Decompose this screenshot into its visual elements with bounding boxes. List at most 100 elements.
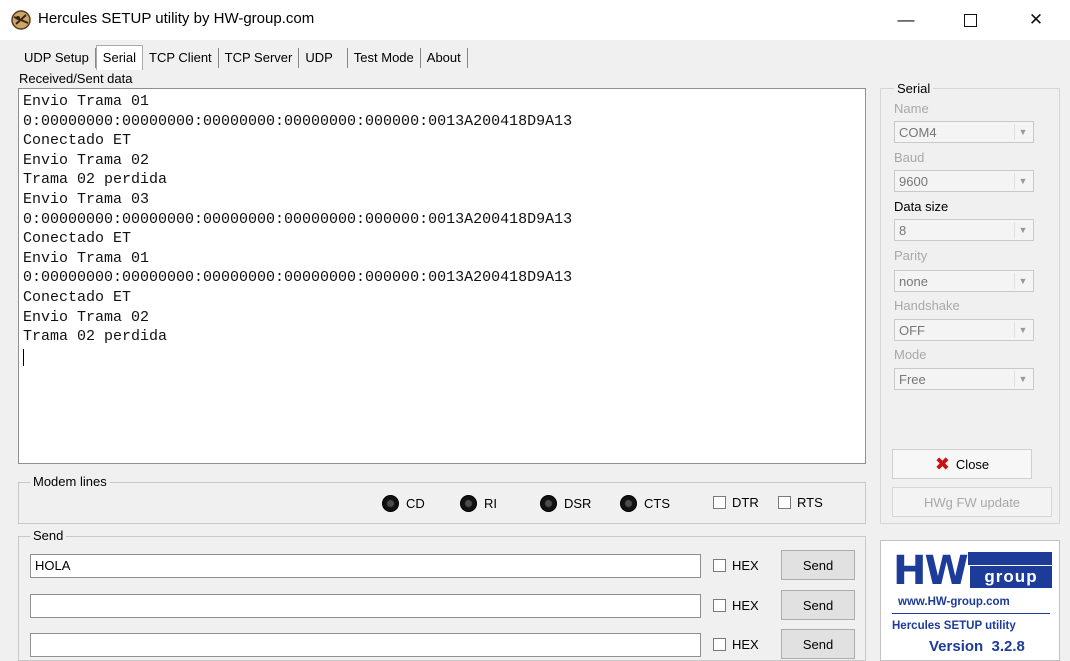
received-data-textarea[interactable]: Envio Trama 01 0:00000000:00000000:00000…	[18, 88, 866, 464]
maximize-icon	[963, 13, 977, 27]
text-caret	[23, 348, 24, 366]
send-button-3[interactable]: Send	[781, 629, 855, 659]
dtr-label: DTR	[732, 495, 759, 510]
data-line: Envio Trama 01	[23, 93, 150, 110]
ri-led-icon	[460, 495, 477, 512]
serial-group-title: Serial	[894, 81, 934, 96]
port-name-select[interactable]: COM4 ▼	[894, 121, 1034, 143]
cts-led-icon	[620, 495, 637, 512]
modem-lines-title: Modem lines	[30, 474, 110, 489]
cts-indicator: CTS	[620, 495, 670, 512]
send-input-1[interactable]: HOLA	[30, 554, 701, 578]
close-port-button[interactable]: ✖ Close	[892, 449, 1032, 479]
data-line: Conectado ET	[23, 132, 132, 150]
hex-label: HEX	[732, 558, 759, 573]
chevron-down-icon: ▼	[1014, 322, 1031, 338]
data-size-label: Data size	[894, 199, 949, 214]
data-line: 0:00000000:00000000:00000000:00000000:00…	[23, 269, 573, 287]
tab-serial[interactable]: Serial	[95, 45, 144, 70]
close-icon: ✕	[1028, 10, 1044, 29]
tab-about[interactable]: About	[421, 48, 468, 68]
maximize-button[interactable]	[947, 0, 993, 40]
logo-url: www.HW-group.com	[898, 596, 1010, 608]
logo-divider	[892, 613, 1050, 614]
rts-label: RTS	[797, 495, 823, 510]
mode-select[interactable]: Free ▼	[894, 368, 1034, 390]
parity-value: none	[899, 274, 928, 289]
red-x-icon: ✖	[934, 453, 950, 474]
chevron-down-icon: ▼	[1014, 222, 1031, 238]
hex-checkbox-box[interactable]	[713, 599, 726, 612]
data-size-select[interactable]: 8 ▼	[894, 219, 1034, 241]
cd-indicator: CD	[382, 495, 425, 512]
data-line: 0:00000000:00000000:00000000:00000000:00…	[23, 112, 573, 130]
ri-indicator: RI	[460, 495, 497, 512]
data-line: Trama 02 perdida	[23, 171, 168, 189]
chevron-down-icon: ▼	[1014, 173, 1031, 189]
tab-tcp-server[interactable]: TCP Server	[219, 48, 300, 68]
minimize-icon: —	[897, 10, 915, 29]
data-line: Envio Trama 02	[23, 151, 150, 169]
mode-label: Mode	[894, 347, 927, 362]
hex-label: HEX	[732, 637, 759, 652]
received-data-label: Received/Sent data	[19, 71, 133, 86]
hex-checkbox-box[interactable]	[713, 638, 726, 651]
send-input-3[interactable]	[30, 633, 701, 657]
cts-label: CTS	[644, 496, 670, 511]
data-line: Trama 02 perdida	[23, 328, 168, 346]
logo-group-text: group	[970, 566, 1052, 588]
data-line: Envio Trama 03	[23, 190, 150, 208]
data-line: Conectado ET	[23, 288, 132, 306]
handshake-value: OFF	[899, 323, 925, 338]
parity-select[interactable]: none ▼	[894, 270, 1034, 292]
cd-label: CD	[406, 496, 425, 511]
baud-value: 9600	[899, 174, 928, 189]
logo-version: Version 3.2.8	[929, 638, 1025, 655]
data-line: Conectado ET	[23, 230, 132, 248]
dtr-checkbox[interactable]: DTR	[713, 495, 759, 510]
cd-led-icon	[382, 495, 399, 512]
logo-bar	[968, 552, 1052, 565]
hex-checkbox-2[interactable]: HEX	[713, 598, 759, 613]
hex-checkbox-3[interactable]: HEX	[713, 637, 759, 652]
chevron-down-icon: ▼	[1014, 273, 1031, 289]
port-name-value: COM4	[899, 125, 937, 140]
tab-bar: UDP Setup Serial TCP Client TCP Server U…	[18, 44, 468, 70]
mode-value: Free	[899, 372, 926, 387]
close-window-button[interactable]: ✕	[1013, 0, 1059, 40]
handshake-label: Handshake	[894, 298, 960, 313]
tab-test-mode[interactable]: Test Mode	[348, 48, 421, 68]
name-label: Name	[894, 101, 929, 116]
hex-label: HEX	[732, 598, 759, 613]
hwg-fw-update-button[interactable]: HWg FW update	[892, 487, 1052, 517]
chevron-down-icon: ▼	[1014, 124, 1031, 140]
dsr-label: DSR	[564, 496, 592, 511]
rts-checkbox[interactable]: RTS	[778, 495, 823, 510]
rts-checkbox-box[interactable]	[778, 496, 791, 509]
hex-checkbox-box[interactable]	[713, 559, 726, 572]
send-button-2[interactable]: Send	[781, 590, 855, 620]
hex-checkbox-1[interactable]: HEX	[713, 558, 759, 573]
dsr-indicator: DSR	[540, 495, 591, 512]
tab-udp-setup[interactable]: UDP Setup	[18, 48, 96, 68]
ri-label: RI	[484, 496, 497, 511]
send-group-title: Send	[30, 528, 67, 543]
tab-udp[interactable]: UDP	[299, 48, 348, 68]
send-input-2[interactable]	[30, 594, 701, 618]
chevron-down-icon: ▼	[1014, 371, 1031, 387]
data-line: Envio Trama 01	[23, 249, 150, 267]
data-line: Envio Trama 02	[23, 308, 150, 326]
baud-select[interactable]: 9600 ▼	[894, 170, 1034, 192]
dsr-led-icon	[540, 495, 557, 512]
send-button-1[interactable]: Send	[781, 550, 855, 580]
handshake-select[interactable]: OFF ▼	[894, 319, 1034, 341]
tab-tcp-client[interactable]: TCP Client	[143, 48, 219, 68]
logo-hw-text: HW	[893, 548, 969, 594]
hercules-app-icon	[10, 9, 32, 31]
minimize-button[interactable]: —	[883, 0, 929, 40]
baud-label: Baud	[894, 150, 925, 165]
parity-label: Parity	[894, 248, 928, 263]
dtr-checkbox-box[interactable]	[713, 496, 726, 509]
window-title: Hercules SETUP utility by HW-group.com	[38, 10, 315, 27]
close-port-label: Close	[955, 456, 990, 472]
